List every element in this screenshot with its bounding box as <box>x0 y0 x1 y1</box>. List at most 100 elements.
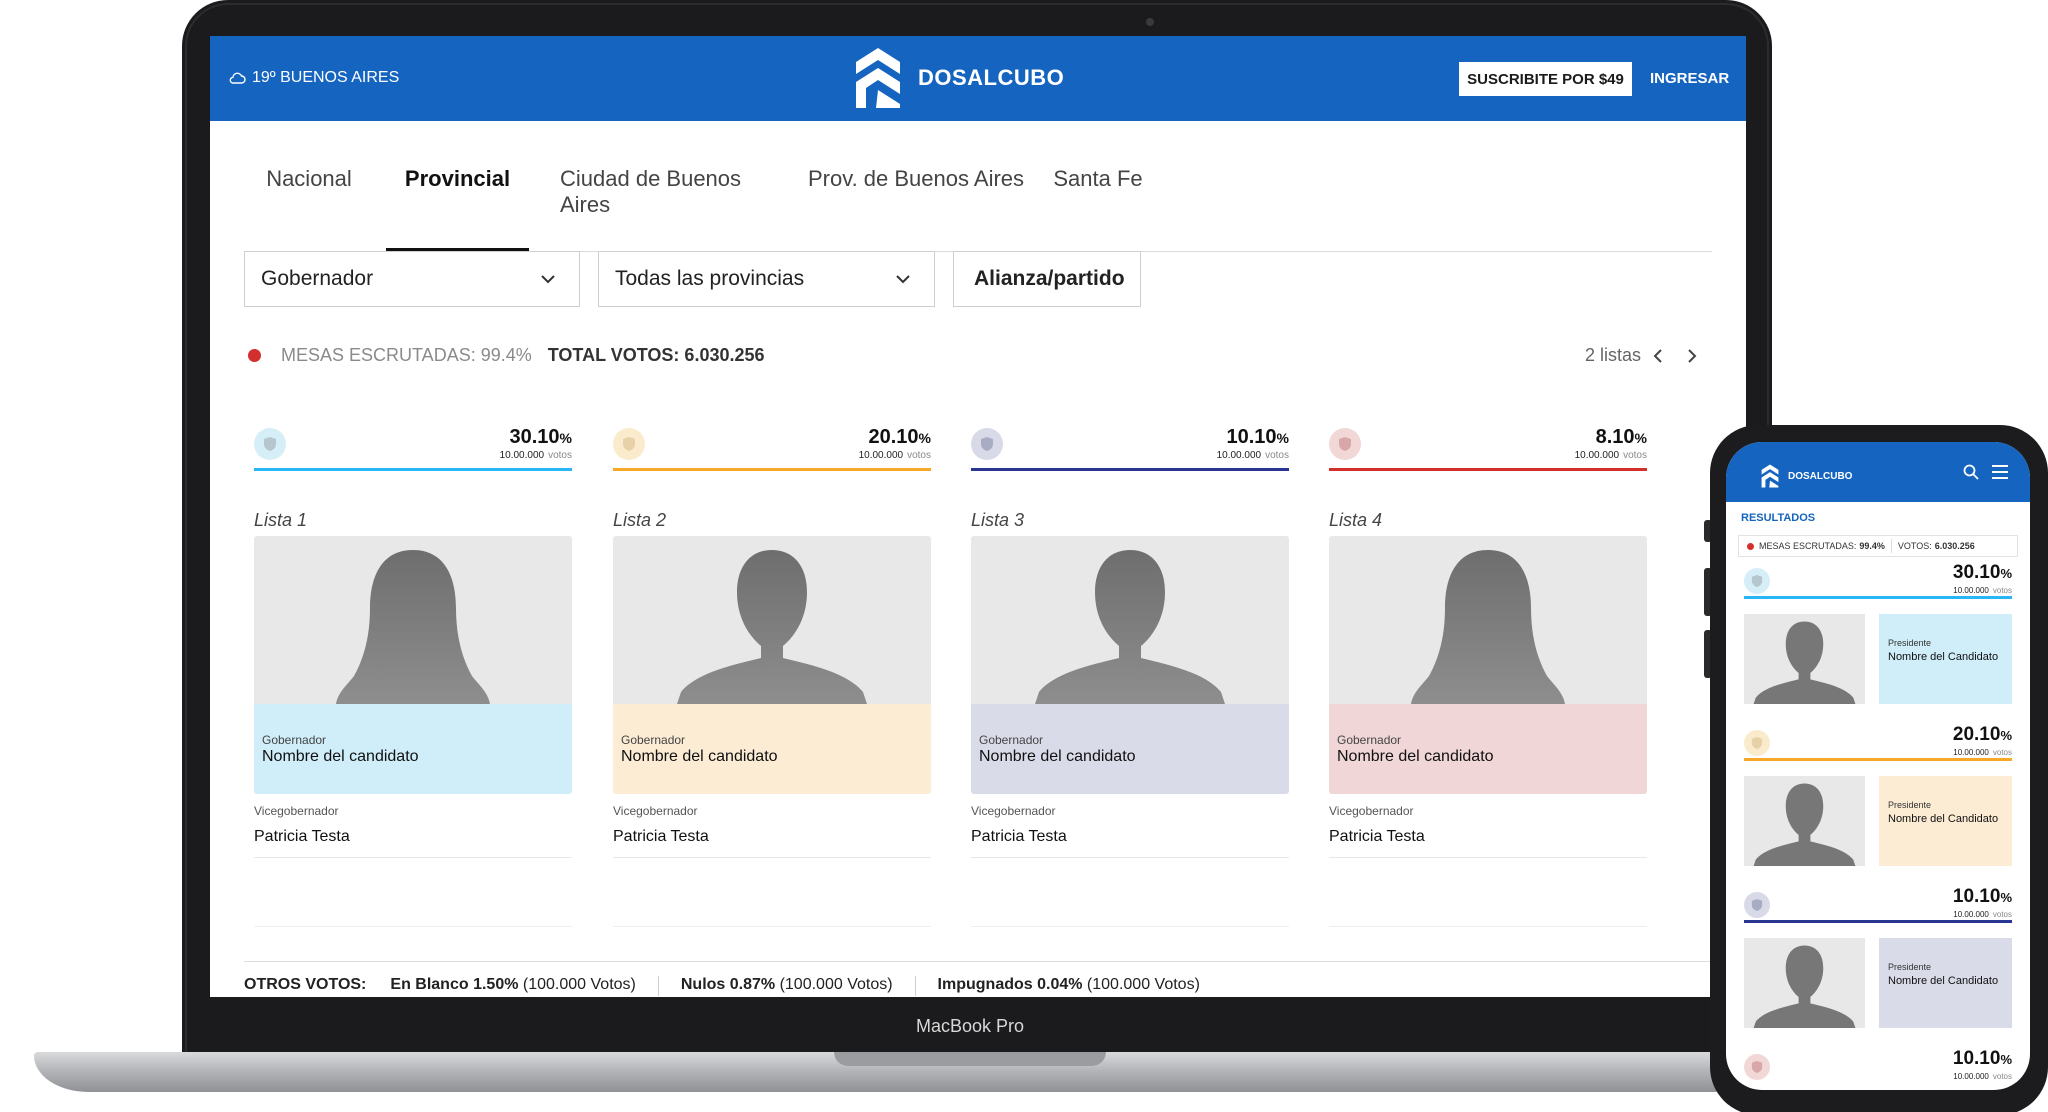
candidate-name: Nombre del candidato <box>1337 748 1494 765</box>
result-votes: 10.00.000 votos <box>1953 910 2012 919</box>
chevron-left-icon[interactable] <box>1651 348 1667 364</box>
party-shield-icon <box>1744 568 1770 594</box>
mockup-stage: MacBook Pro 19º BUENOS AIRES DOSALCUBO S… <box>0 0 2048 1112</box>
hamburger-menu-icon[interactable] <box>1991 464 2009 480</box>
login-link[interactable]: INGRESAR <box>1650 70 1729 87</box>
candidate-card[interactable]: Gobernador Nombre del candidato <box>971 536 1289 794</box>
vice-role: Vicegobernador <box>254 804 339 818</box>
brand-name: DOSALCUBO <box>918 65 1065 90</box>
candidate-photo <box>613 536 931 704</box>
male-silhouette-icon <box>1753 945 1856 1028</box>
search-icon[interactable] <box>1963 464 1979 480</box>
candidate-role: Gobernador <box>262 733 327 747</box>
vice-name: Patricia Testa <box>971 828 1067 845</box>
party-shield-icon <box>254 428 286 460</box>
tab-santa-fe[interactable]: Santa Fe <box>1038 154 1158 252</box>
party-shield-icon <box>1329 428 1361 460</box>
total-votos: TOTAL VOTOS: 6.030.256 <box>547 345 765 365</box>
chevron-right-icon[interactable] <box>1683 348 1699 364</box>
result-percentage: 20.10% <box>1952 724 2012 745</box>
candidate-photo <box>254 536 572 704</box>
party-shield-icon <box>1744 1054 1770 1080</box>
phone-section-title: RESULTADOS <box>1741 512 1816 524</box>
candidate-card[interactable]: Gobernador Nombre del candidato <box>1329 536 1647 794</box>
provincia-select[interactable]: Todas las provincias <box>598 251 935 307</box>
result-percentage: 10.10% <box>1952 886 2012 907</box>
mesas-escrutadas: MESAS ESCRUTADAS: 99.4% <box>281 345 532 365</box>
vice-name: Patricia Testa <box>613 828 709 845</box>
result-bar <box>613 468 931 471</box>
male-silhouette-icon <box>1753 783 1856 866</box>
phone-candidate-card[interactable]: Presidente Nombre del Candidato <box>1744 938 2012 1028</box>
laptop-notch <box>834 1052 1106 1066</box>
cargo-select-value: Gobernador <box>261 267 374 290</box>
party-shield-icon <box>1744 730 1770 756</box>
subscribe-button[interactable]: SUSCRIBITE POR $49 <box>1459 62 1632 96</box>
logo-icon <box>1761 464 1779 488</box>
candidate-name: Nombre del Candidato <box>1888 651 1999 663</box>
brand-logo[interactable]: DOSALCUBO <box>852 44 1064 112</box>
region-tabs: Nacional Provincial Ciudad de Buenos Air… <box>244 154 1712 252</box>
candidate-name: Nombre del candidato <box>262 748 419 765</box>
candidate-info: Presidente Nombre del Candidato <box>1879 938 2012 1028</box>
candidate-photo <box>1329 536 1647 704</box>
tab-ciudad-buenos-aires[interactable]: Ciudad de Buenos Aires <box>560 154 788 252</box>
party-shield-icon <box>971 428 1003 460</box>
count-stats: MESAS ESCRUTADAS: 99.4% TOTAL VOTOS: 6.0… <box>248 345 765 366</box>
alianza-filter-label: Alianza/partido <box>974 267 1125 290</box>
phone-brand-logo[interactable]: DOSALCUBO <box>1760 463 1852 489</box>
phone-candidate-card[interactable]: Presidente Nombre del Candidato <box>1744 776 2012 866</box>
phone-result-summary: 10.10% 10.00.000 votos <box>1744 1048 2012 1084</box>
party-shield-icon <box>1744 892 1770 918</box>
result-percentage: 10.10% <box>1952 1048 2012 1069</box>
divider <box>613 926 931 927</box>
candidate-card[interactable]: Gobernador Nombre del candidato <box>613 536 931 794</box>
logo-icon <box>856 48 900 108</box>
candidate-name: Nombre del Candidato <box>1888 813 1999 825</box>
candidate-role: Gobernador <box>1337 733 1402 747</box>
tab-provincial[interactable]: Provincial <box>386 154 529 252</box>
phone-result-summary: 20.10% 10.00.000 votos <box>1744 724 2012 761</box>
result-bar <box>1744 758 2012 761</box>
tab-prov-buenos-aires[interactable]: Prov. de Buenos Aires <box>802 154 1030 252</box>
candidate-card[interactable]: Gobernador Nombre del candidato <box>254 536 572 794</box>
alianza-filter-button[interactable]: Alianza/partido <box>953 251 1141 307</box>
result-bar <box>971 468 1289 471</box>
divider <box>971 926 1289 927</box>
tab-nacional[interactable]: Nacional <box>244 154 374 252</box>
phone-count-stats: MESAS ESCRUTADAS: 99.4% VOTOS: 6.030.256 <box>1738 535 2018 557</box>
phone-mesas-value: 99.4% <box>1859 541 1885 551</box>
list-label: Lista 1 <box>254 510 308 530</box>
result-summary: 8.10% 10.00.000 votos <box>1329 424 1647 472</box>
vice-candidate: Vicegobernador Patricia Testa <box>613 804 931 858</box>
candidate-photo <box>1744 776 1865 866</box>
weather-text: 19º BUENOS AIRES <box>252 69 400 86</box>
vice-role: Vicegobernador <box>1329 804 1414 818</box>
vice-name: Patricia Testa <box>254 828 350 845</box>
weather-widget: 19º BUENOS AIRES <box>228 69 399 87</box>
divider <box>1890 539 1892 553</box>
result-votes: 10.00.000 votos <box>1953 748 2012 757</box>
candidate-photo <box>971 536 1289 704</box>
result-votes: 10.00.000 votos <box>499 450 572 461</box>
null-votes: Nulos 0.87% (100.000 Votos) <box>680 976 893 993</box>
candidate-photo <box>1744 614 1865 704</box>
result-votes: 10.00.000 votos <box>1953 586 2012 595</box>
candidate-role: Presidente <box>1888 638 1932 648</box>
divider <box>914 976 916 996</box>
candidate-info: Gobernador Nombre del candidato <box>613 704 931 794</box>
cargo-select[interactable]: Gobernador <box>244 251 580 307</box>
list-label: Lista 3 <box>971 510 1025 530</box>
phone-candidate-card[interactable]: Presidente Nombre del Candidato <box>1744 614 2012 704</box>
list-pager: 2 listas <box>1585 345 1699 366</box>
party-shield-icon <box>613 428 645 460</box>
challenged-votes: Impugnados 0.04% (100.000 Votos) <box>937 976 1200 993</box>
listas-count: 2 listas <box>1585 345 1642 365</box>
provincia-select-value: Todas las provincias <box>615 267 805 290</box>
result-bar <box>254 468 572 471</box>
result-bar <box>1329 468 1647 471</box>
divider <box>254 926 572 927</box>
phone-brand-name: DOSALCUBO <box>1788 470 1853 482</box>
result-votes: 10.00.000 votos <box>1574 450 1647 461</box>
male-silhouette-icon <box>1035 550 1225 704</box>
